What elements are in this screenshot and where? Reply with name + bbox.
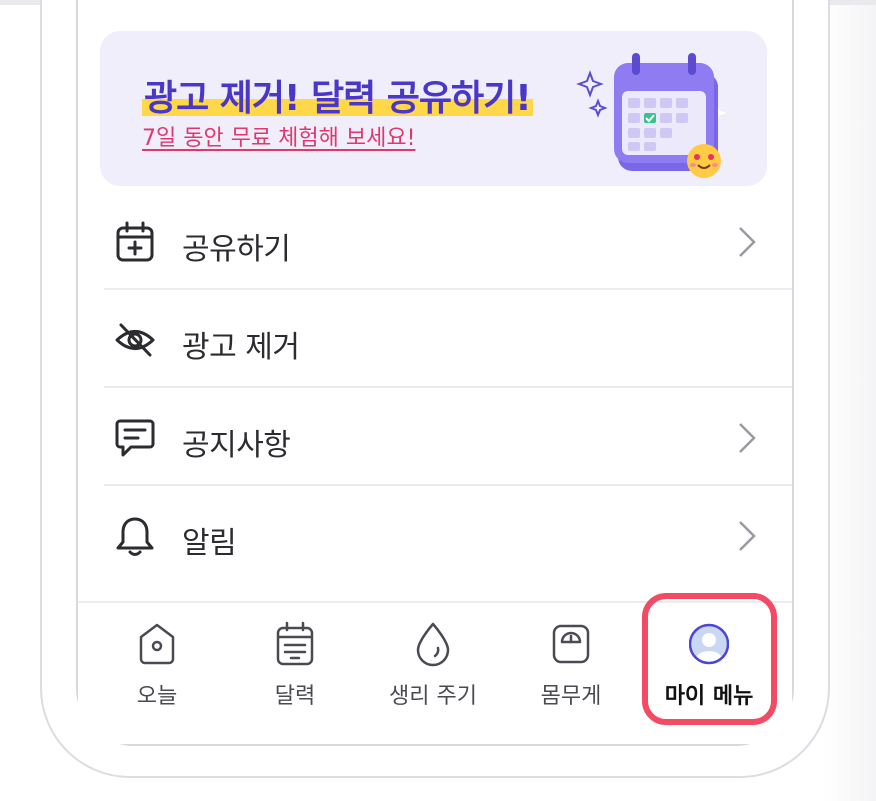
menu-item-label: 광고 제거: [182, 330, 300, 365]
promo-banner[interactable]: 광고 제거! 달력 공유하기! 7일 동안 무료 체험해 보세요!: [100, 31, 767, 186]
screen: 광고 제거! 달력 공유하기! 7일 동안 무료 체험해 보세요! 공유하기 광…: [0, 0, 876, 801]
tab-cycle[interactable]: 생리 주기: [368, 603, 498, 733]
tab-label: 마이 메뉴: [664, 684, 754, 709]
menu-item-notices[interactable]: 공지사항: [104, 388, 792, 486]
calendar-add-icon: [116, 221, 154, 262]
menu-item-remove-ads[interactable]: 광고 제거: [104, 290, 792, 388]
tab-my-menu[interactable]: 마이 메뉴: [644, 603, 774, 733]
banner-title: 광고 제거! 달력 공유하기!: [142, 69, 533, 121]
tab-weight[interactable]: 몸무게: [506, 603, 636, 733]
tab-label: 달력: [274, 684, 316, 709]
menu-item-share[interactable]: 공유하기: [104, 192, 792, 290]
drop-icon: [416, 622, 450, 667]
eye-off-icon: [115, 323, 155, 357]
sparkle-icon: [576, 70, 604, 98]
tab-label: 몸무게: [540, 684, 602, 709]
user-avatar-icon: [689, 623, 729, 665]
tab-today[interactable]: 오늘: [92, 603, 222, 733]
tab-label: 생리 주기: [389, 684, 477, 709]
chevron-right-icon: [739, 227, 756, 257]
menu-item-label: 공유하기: [182, 232, 291, 267]
menu-item-label: 공지사항: [182, 428, 291, 463]
banner-subtitle-link[interactable]: 7일 동안 무료 체험해 보세요!: [142, 120, 415, 152]
chevron-right-icon: [739, 521, 756, 551]
chevron-right-icon: [739, 423, 756, 453]
message-icon: [115, 419, 155, 457]
scale-icon: [552, 624, 590, 664]
sparkle-icon: [588, 98, 608, 118]
tab-label: 오늘: [136, 684, 178, 709]
menu-item-notifications[interactable]: 알림: [104, 486, 792, 584]
home-icon: [139, 623, 175, 665]
calendar-emoji-illustration: [576, 53, 727, 178]
bell-icon: [116, 517, 154, 556]
tab-calendar[interactable]: 달력: [230, 603, 360, 733]
calendar-icon: [276, 621, 314, 666]
bottom-tab-bar: 오늘 달력 생리 주기 몸무게 마이 메뉴: [78, 601, 792, 744]
menu-item-label: 알림: [182, 526, 237, 561]
